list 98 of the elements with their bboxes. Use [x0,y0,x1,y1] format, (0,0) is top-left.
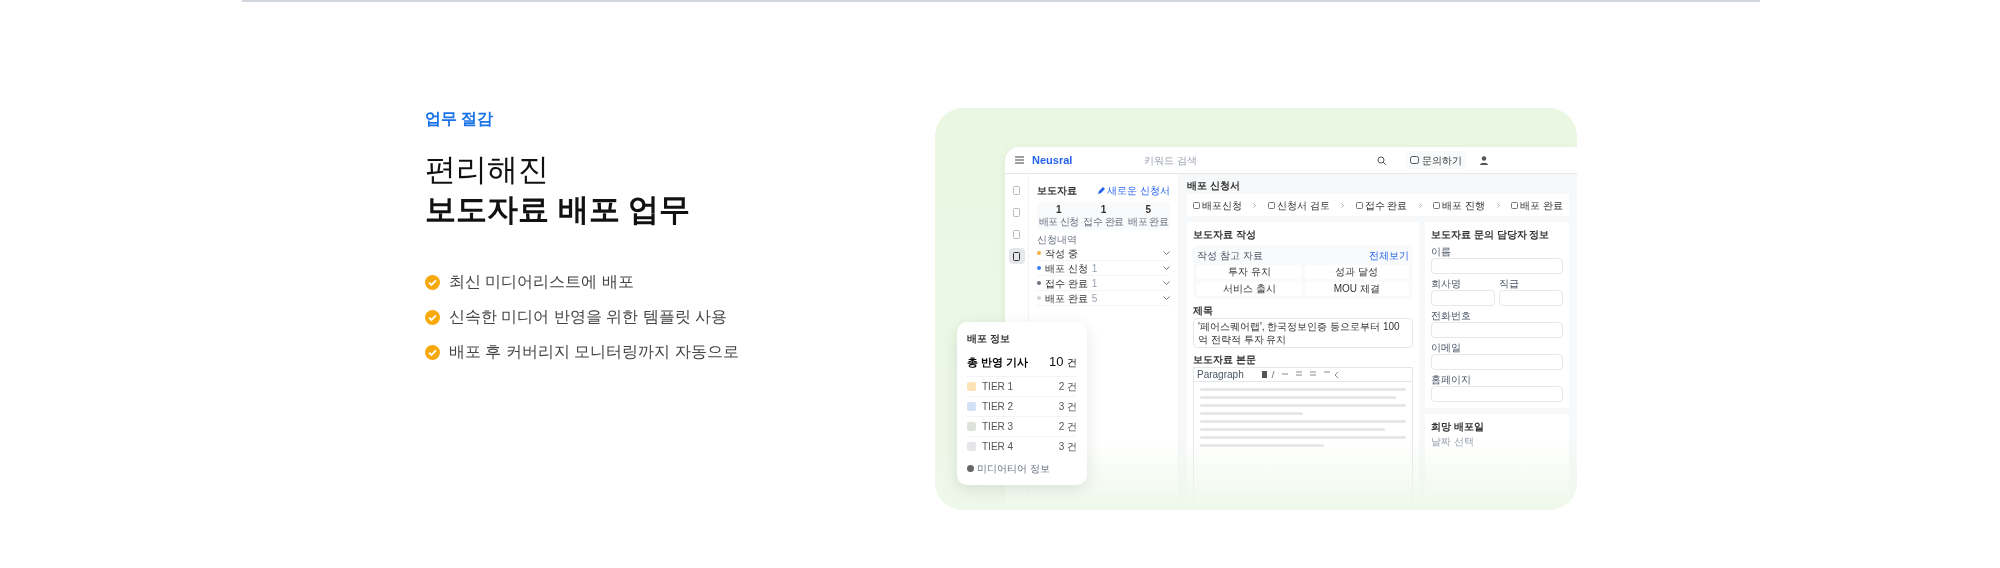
field-label: 홈페이지 [1431,373,1472,386]
total-value: 10 건 [1048,353,1077,371]
check-icon [425,309,440,325]
step-icon [1267,201,1275,209]
status-row[interactable]: 작성 중 [1037,246,1170,261]
feature-text: 배포 후 커버리지 모니터링까지 자동으로 [449,342,739,362]
chevron-right-icon [1253,202,1257,208]
field-label: 보도자료 본문 [1193,353,1257,367]
field-label: 제목 [1193,304,1214,318]
stat-label: 배포 완료 [1128,216,1169,228]
section-title: 희망 배포일 [1431,420,1485,434]
feature-text: 신속한 미디어 반영을 위한 템플릿 사용 [449,307,728,327]
input-field[interactable] [1431,386,1563,402]
format-select[interactable]: Paragraph [1197,367,1257,382]
tier-count: 2 건 [1058,419,1077,434]
check-icon [425,344,440,360]
status-label: 작성 중 [1045,246,1078,261]
footer-link[interactable]: 미디어티어 정보 [977,460,1050,476]
headline-bold: 보도자료 배포 업무 [425,191,692,229]
user-icon [1480,155,1488,165]
tier-count: 3 건 [1058,439,1077,454]
input-field[interactable] [1499,290,1563,306]
stat-label: 배포 신청 [1038,216,1079,228]
rail-button[interactable] [1008,248,1025,264]
field-label: 전화번호 [1431,309,1472,322]
input-field[interactable] [1431,354,1563,370]
tier-name: TIER 4 [982,439,1014,454]
reference-chip[interactable]: MOU 체결 [1304,282,1409,296]
section-title: 보도자료 작성 [1193,228,1257,242]
field-label: 이름 [1431,245,1452,258]
panel-title: 보도자료 [1037,183,1077,198]
reference-chip[interactable]: 투자 유치 [1197,265,1302,279]
reference-chip[interactable]: 성과 달성 [1304,265,1409,279]
chevron-down-icon [1163,266,1170,270]
status-row[interactable]: 배포 완료 5 [1037,291,1170,306]
field-label: 회사명 [1431,277,1462,290]
reference-label: 작성 참고 자료 [1197,249,1263,263]
chevron-right-icon [1419,202,1422,208]
step-label: 접수 완료 [1364,198,1408,213]
input-field[interactable] [1431,322,1563,338]
input-field[interactable] [1431,290,1495,306]
logo: Neusral [1032,152,1074,168]
status-row[interactable]: 배포 신청 1 [1037,261,1170,276]
pen-icon [1098,186,1106,194]
step-icon [1193,201,1200,209]
page-icon [1013,207,1020,217]
chat-icon [1410,155,1419,165]
status-count: 1 [1091,261,1098,276]
step-label: 배포 진행 [1442,198,1486,213]
page-icon [1013,185,1020,195]
headline-light: 편리해진 [425,151,550,189]
reference-chip[interactable]: 서비스 출시 [1197,282,1302,296]
status-label: 배포 완료 [1045,291,1088,306]
step-label: 배포 완료 [1520,198,1563,213]
check-icon [425,274,440,290]
section-label: 업무 절감 [425,109,495,129]
page-title: 배포 신청서 [1187,179,1241,193]
search-icon [1377,155,1386,165]
input-field[interactable] [1431,258,1563,274]
total-label: 총 반영 기사 [967,354,1029,370]
stat-value: 1 [1056,204,1062,216]
chevron-right-icon [1341,202,1345,208]
stat-value: 5 [1145,204,1151,216]
step-icon [1355,201,1363,209]
step-label: 배포신청 [1202,198,1242,213]
stat-label: 접수 완료 [1083,216,1124,228]
tier-name: TIER 2 [982,399,1014,414]
step-label: 신청서 검토 [1276,198,1330,213]
status-label: 배포 신청 [1045,261,1088,276]
chevron-down-icon [1163,296,1170,300]
tier-name: TIER 3 [982,419,1014,434]
group-label: 신청내역 [1037,233,1078,246]
page-icon [1013,251,1020,261]
card-title: 배포 정보 [967,332,1011,346]
contact-button[interactable]: 문의하기 [1406,151,1466,169]
chevron-down-icon [1163,251,1170,255]
menu-icon [1015,156,1024,164]
status-label: 접수 완료 [1045,276,1088,291]
subject-field[interactable]: '페어스퀘어랩', 한국정보인증 등으로부터 100억 전략적 투자 유치 [1193,318,1413,348]
status-row[interactable]: 접수 완료 1 [1037,276,1170,291]
page-icon [1013,229,1020,239]
info-icon [967,464,974,472]
tier-count: 3 건 [1058,399,1077,414]
chevron-right-icon [1496,202,1500,208]
new-request-link[interactable]: 새로운 신청서 [1098,182,1170,198]
section-title: 보도자료 문의 담당자 정보 [1431,228,1551,242]
step-icon [1433,201,1441,209]
feature-text: 최신 미디어리스트에 배포 [449,272,634,292]
status-count: 5 [1091,291,1098,306]
status-count: 1 [1091,276,1098,291]
field-label: 직급 [1499,277,1520,290]
tier-name: TIER 1 [982,379,1014,394]
chevron-down-icon [1163,281,1170,285]
tier-count: 2 건 [1058,379,1077,394]
step-icon [1511,201,1519,209]
view-all-link[interactable]: 전체보기 [1369,248,1409,263]
field-label: 이메일 [1431,341,1462,354]
stat-value: 1 [1100,204,1107,216]
